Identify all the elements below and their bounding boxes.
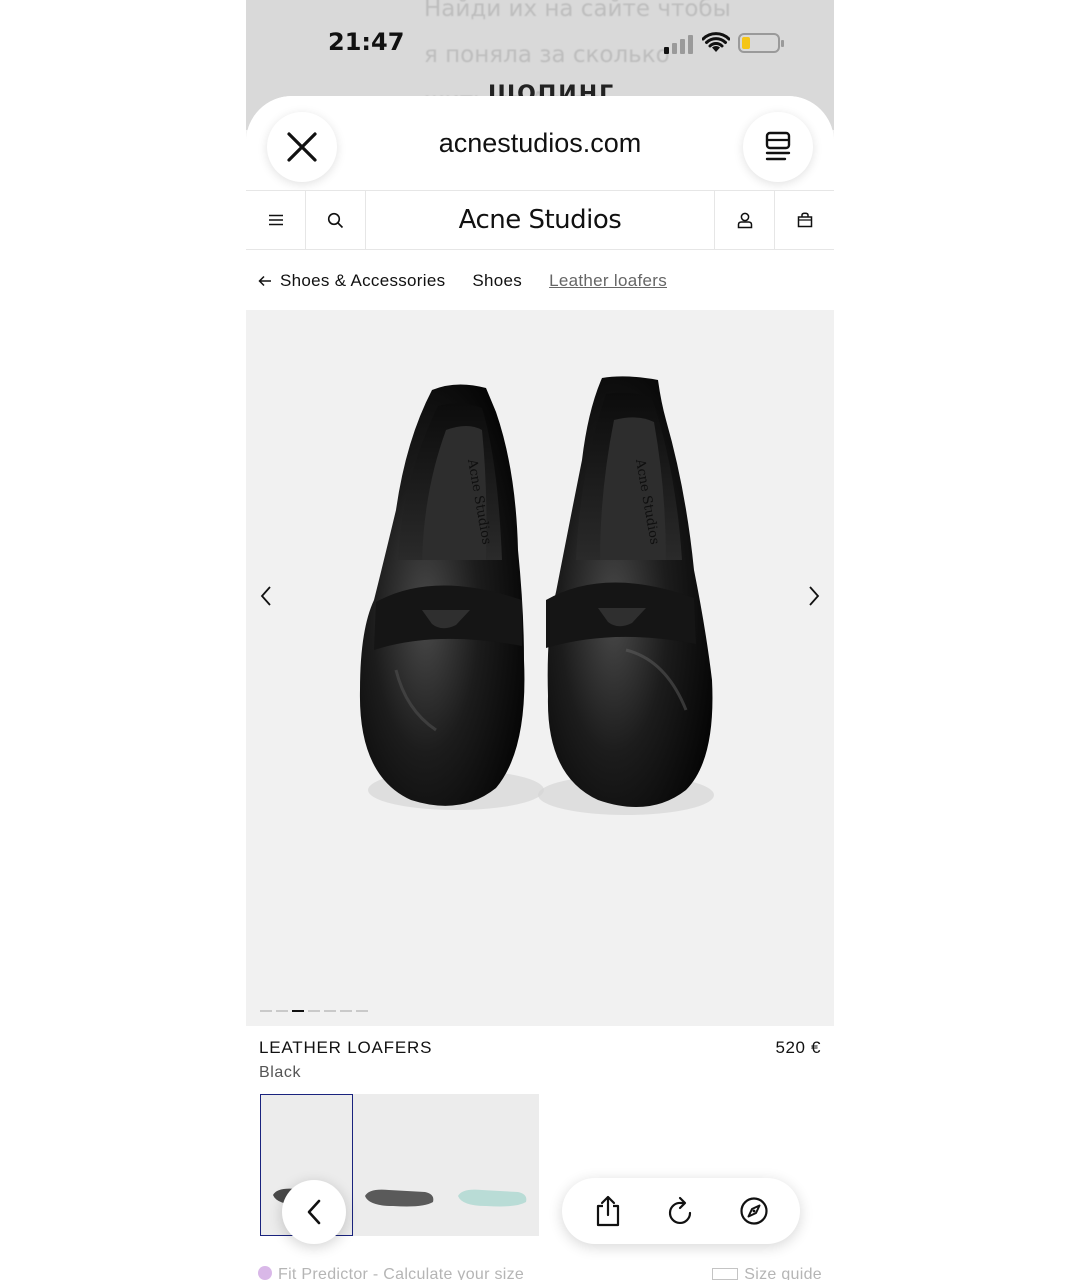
hamburger-icon xyxy=(268,214,283,226)
swatch-shoe-image xyxy=(365,1189,434,1207)
pagination-dot[interactable] xyxy=(340,1010,352,1012)
battery-level xyxy=(742,37,750,49)
browser-toolbar xyxy=(562,1178,800,1244)
open-in-safari-button[interactable] xyxy=(732,1189,776,1233)
sheet-header: acnestudios.com xyxy=(246,96,834,190)
pagination-dot[interactable] xyxy=(324,1010,336,1012)
menu-button[interactable] xyxy=(246,191,306,249)
share-icon xyxy=(597,1195,620,1227)
fit-predictor-link[interactable]: Fit Predictor - Calculate your size xyxy=(258,1266,524,1280)
reload-icon xyxy=(668,1196,692,1225)
pagination-dot[interactable] xyxy=(292,1010,304,1012)
product-gallery[interactable]: Acne Studios Acne Studios xyxy=(246,310,834,1026)
breadcrumb-shoes-accessories[interactable]: Shoes & Accessories xyxy=(258,271,445,291)
cart-button[interactable] xyxy=(774,191,834,249)
pagination-dot[interactable] xyxy=(260,1010,272,1012)
account-button[interactable] xyxy=(714,191,774,249)
search-icon xyxy=(327,212,344,228)
browser-sheet: acnestudios.com Acne Studios Shoes & Acc… xyxy=(246,96,834,1280)
reload-button[interactable] xyxy=(659,1189,703,1233)
ruler-icon xyxy=(712,1268,739,1280)
reader-icon xyxy=(765,131,791,161)
pagination-dot[interactable] xyxy=(356,1010,368,1012)
swatch-dark-grey[interactable] xyxy=(353,1094,446,1236)
breadcrumb-shoes[interactable]: Shoes xyxy=(472,271,522,291)
gallery-prev-button[interactable] xyxy=(258,584,274,608)
phone-screen: Найди их на сайте чтобы я поняла за скол… xyxy=(246,0,834,1280)
size-guide-link[interactable]: Size guide xyxy=(712,1266,822,1280)
size-links: Fit Predictor - Calculate your size Size… xyxy=(258,1266,822,1280)
arrow-left-icon xyxy=(258,275,271,287)
product-color: Black xyxy=(259,1064,302,1081)
product-price: 520 € xyxy=(775,1038,821,1057)
bag-icon xyxy=(797,212,812,228)
reader-view-button[interactable] xyxy=(743,112,813,182)
compass-icon xyxy=(740,1197,768,1225)
fit-predictor-icon xyxy=(258,1266,272,1280)
share-button[interactable] xyxy=(586,1189,630,1233)
pagination-dot[interactable] xyxy=(276,1010,288,1012)
chevron-left-icon xyxy=(307,1199,321,1225)
swatch-mint[interactable] xyxy=(446,1094,539,1236)
breadcrumb-label: Shoes & Accessories xyxy=(280,271,446,290)
site-navigation: Acne Studios xyxy=(246,190,834,250)
status-bar: 21:47 xyxy=(246,20,834,66)
back-button[interactable] xyxy=(282,1180,346,1244)
site-logo[interactable]: Acne Studios xyxy=(366,191,714,249)
search-button[interactable] xyxy=(306,191,366,249)
swatch-shoe-image xyxy=(458,1189,527,1207)
product-title: LEATHER LOAFERS xyxy=(259,1038,433,1057)
wifi-icon xyxy=(702,32,730,52)
gallery-pagination xyxy=(260,1010,368,1012)
breadcrumb: Shoes & Accessories Shoes Leather loafer… xyxy=(246,250,834,312)
pagination-dot[interactable] xyxy=(308,1010,320,1012)
user-icon xyxy=(737,212,752,228)
breadcrumb-leather-loafers[interactable]: Leather loafers xyxy=(549,271,667,291)
status-time: 21:47 xyxy=(328,28,405,56)
cellular-signal-icon xyxy=(664,34,696,54)
gallery-next-button[interactable] xyxy=(806,584,822,608)
loafers-image: Acne Studios Acne Studios xyxy=(359,376,714,815)
battery-icon xyxy=(738,33,784,53)
